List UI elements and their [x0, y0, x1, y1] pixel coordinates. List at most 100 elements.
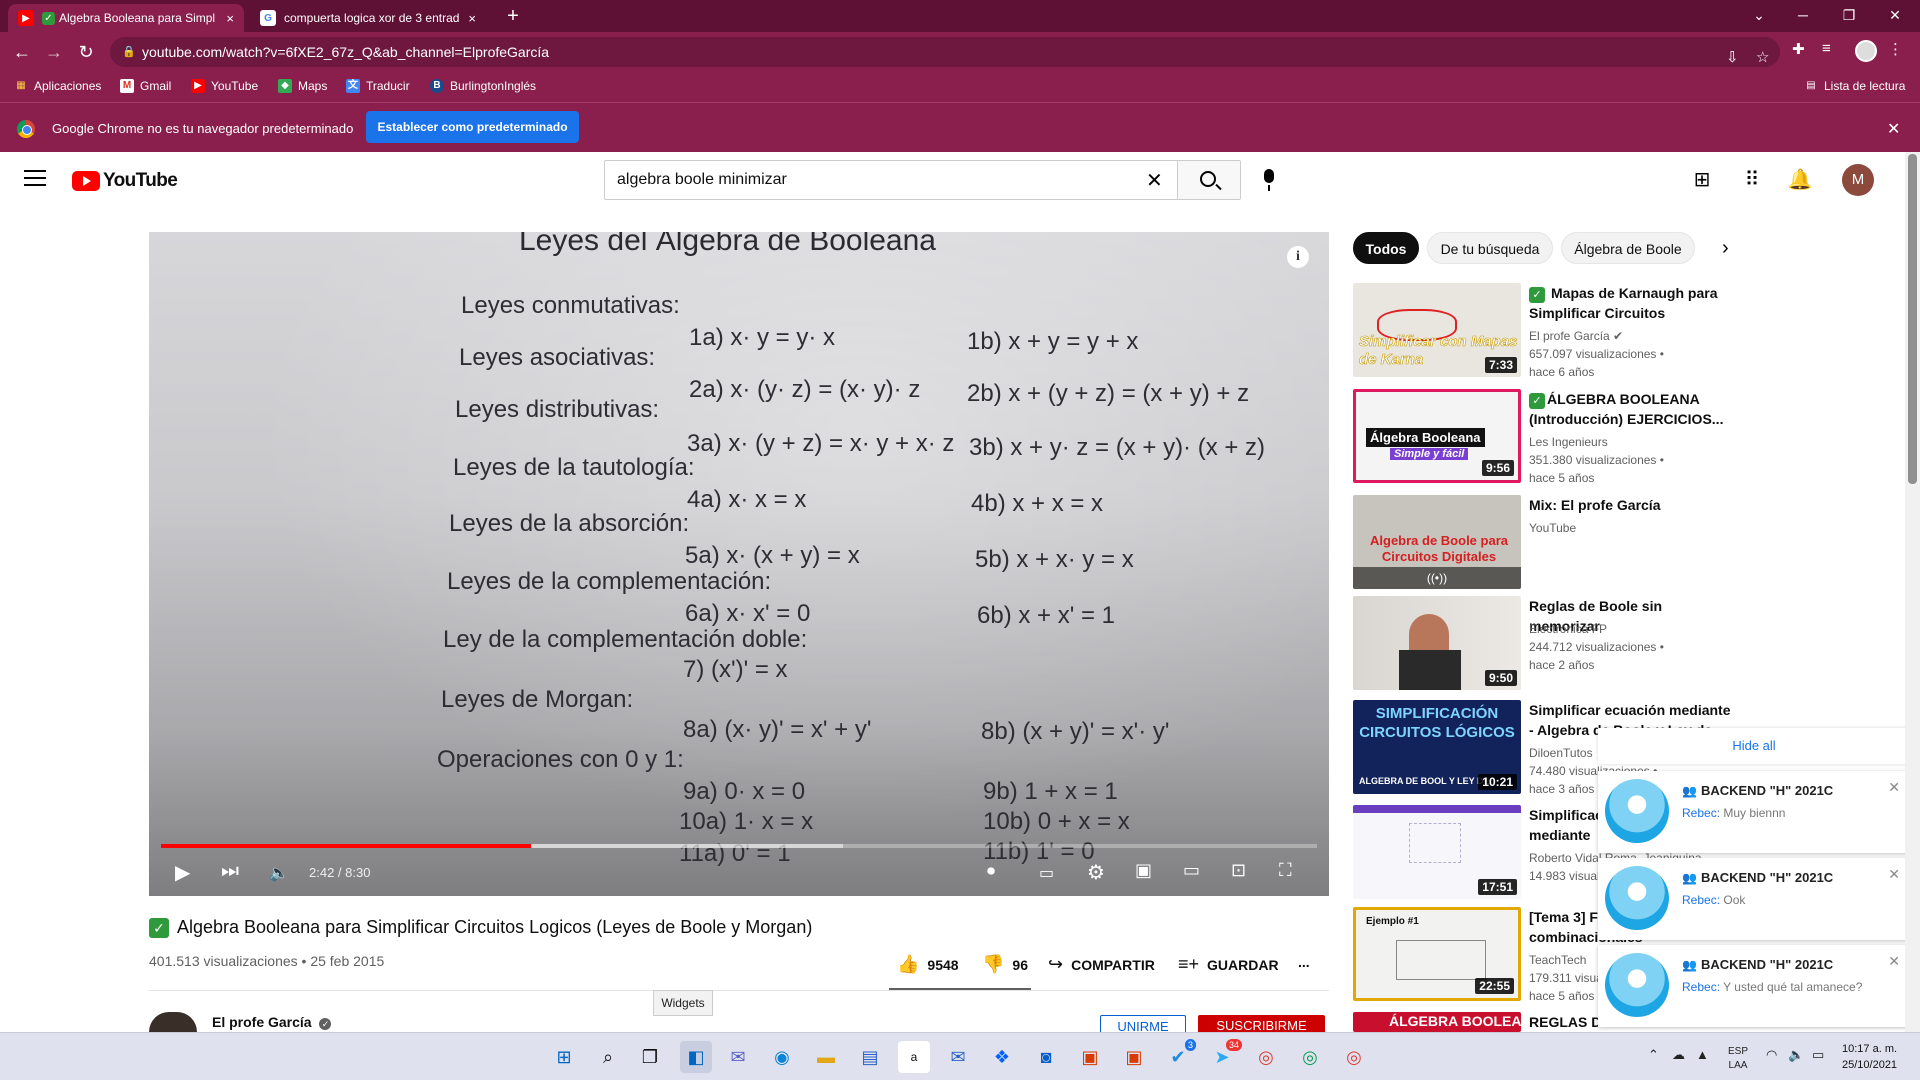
video-player[interactable]: Leyes del Álgebra de Booleana Leyes conm…: [149, 232, 1329, 896]
tab-search-icon[interactable]: ⌄: [1736, 0, 1782, 32]
install-app-icon[interactable]: ⇩: [1726, 43, 1739, 73]
start-windows-icon[interactable]: ⊞: [548, 1041, 580, 1073]
join-button[interactable]: UNIRME: [1100, 1015, 1186, 1033]
battery-icon[interactable]: ▭: [1812, 1047, 1824, 1063]
chrome-menu-icon[interactable]: ⋮: [1888, 40, 1903, 58]
drive-icon[interactable]: ▲: [1696, 1047, 1709, 1062]
account-avatar[interactable]: M: [1842, 164, 1874, 196]
mail-icon[interactable]: ✉: [942, 1041, 974, 1073]
like-button[interactable]: 👍 9548: [897, 954, 959, 975]
channel-name[interactable]: El profe García ✓: [212, 1014, 332, 1030]
telegram-icon[interactable]: ➤ 34: [1206, 1039, 1242, 1073]
menu-icon[interactable]: [24, 170, 46, 190]
notification-toast[interactable]: 👥 BACKEND "H" 2021C Rebec: Muy biennn ✕: [1598, 771, 1910, 853]
bookmark-burlington[interactable]: B BurlingtonInglés: [430, 79, 536, 93]
microsoft-store-icon[interactable]: ▤: [854, 1041, 886, 1073]
miniplayer-icon[interactable]: ▣: [1135, 860, 1152, 881]
youtube-logo[interactable]: YouTube: [72, 170, 178, 192]
clear-search-icon[interactable]: ✕: [1146, 168, 1163, 193]
page-scrollbar[interactable]: [1905, 152, 1920, 1032]
extensions-icon[interactable]: ✚: [1792, 40, 1805, 58]
chip-boolean-algebra[interactable]: Álgebra de Boole: [1561, 232, 1695, 264]
autoplay-toggle-icon[interactable]: ⏺: [987, 863, 995, 881]
media-control-icon[interactable]: ≡: [1822, 40, 1831, 57]
profile-avatar[interactable]: [1855, 40, 1877, 62]
bookmark-maps[interactable]: ◆ Maps: [278, 79, 327, 93]
onedrive-icon[interactable]: ☁: [1672, 1047, 1685, 1063]
subtitles-icon[interactable]: ▭: [1039, 863, 1054, 883]
channel-name[interactable]: TeachTech: [1529, 953, 1586, 967]
close-icon[interactable]: ✕: [1887, 119, 1900, 139]
teams-chat-icon[interactable]: ✉: [722, 1041, 754, 1073]
bookmark-apps[interactable]: ▦ Aplicaciones: [14, 79, 101, 93]
close-icon[interactable]: ✕: [1888, 866, 1900, 883]
hide-all-button[interactable]: Hide all: [1598, 728, 1910, 764]
video-thumbnail[interactable]: SIMPLIFICACIÓN CIRCUITOS LÓGICOS ALGEBRA…: [1353, 700, 1521, 794]
file-explorer-icon[interactable]: ▬: [810, 1041, 842, 1073]
settings-gear-icon[interactable]: ⚙: [1087, 860, 1105, 885]
close-tab-icon[interactable]: ×: [468, 11, 476, 26]
close-icon[interactable]: ✕: [1888, 779, 1900, 796]
channel-name[interactable]: Les Ingenieurs: [1529, 435, 1608, 449]
video-thumbnail[interactable]: Simplificar con Mapas de Karna 7:33: [1353, 283, 1521, 377]
close-window-button[interactable]: ✕: [1872, 0, 1918, 32]
wifi-icon[interactable]: ◠: [1766, 1047, 1777, 1063]
minimize-button[interactable]: ─: [1780, 0, 1826, 32]
video-thumbnail[interactable]: ÁLGEBRA BOOLEANA: [1353, 1012, 1521, 1032]
office-app-icon[interactable]: ▣: [1118, 1041, 1150, 1073]
cast-icon[interactable]: ⊡: [1231, 860, 1246, 881]
search-button[interactable]: [1177, 160, 1241, 200]
scrollbar-thumb[interactable]: [1908, 154, 1917, 484]
notification-toast[interactable]: 👥 BACKEND "H" 2021C Rebec: Y usted qué ta…: [1598, 945, 1910, 1027]
edge-icon[interactable]: ◉: [766, 1041, 798, 1073]
chip-from-search[interactable]: De tu búsqueda: [1427, 232, 1553, 264]
bookmark-gmail[interactable]: M Gmail: [120, 79, 171, 93]
reading-list[interactable]: ▤ Lista de lectura: [1804, 79, 1905, 93]
tray-overflow-icon[interactable]: ⌃: [1648, 1047, 1659, 1063]
save-button[interactable]: ≡+ GUARDAR: [1178, 954, 1279, 975]
bookmark-star-icon[interactable]: ☆: [1756, 43, 1769, 73]
create-video-icon[interactable]: ⊞: [1688, 166, 1716, 194]
video-thumbnail[interactable]: Algebra de Boole para Circuitos Digitale…: [1353, 495, 1521, 589]
chevron-right-icon[interactable]: ›: [1722, 237, 1729, 260]
close-tab-icon[interactable]: ×: [226, 11, 234, 26]
dislike-button[interactable]: 👎 96: [982, 954, 1028, 975]
video-thumbnail[interactable]: 17:51: [1353, 805, 1521, 899]
fullscreen-icon[interactable]: ⛶: [1279, 860, 1292, 881]
tab-youtube[interactable]: ▶ ✓ Algebra Booleana para Simpl ×: [8, 4, 244, 32]
share-button[interactable]: ↪ COMPARTIR: [1048, 954, 1155, 975]
info-icon[interactable]: i: [1287, 246, 1309, 268]
tab-google[interactable]: G compuerta logica xor de 3 entrad ×: [250, 4, 486, 32]
bookmark-youtube[interactable]: ▶ YouTube: [191, 79, 258, 93]
bookmark-translate[interactable]: 文 Traducir: [346, 79, 410, 93]
notification-toast[interactable]: 👥 BACKEND "H" 2021C Rebec: Ook ✕: [1598, 858, 1910, 940]
channel-avatar[interactable]: [149, 1012, 197, 1032]
next-icon[interactable]: ⏭: [221, 860, 239, 883]
theater-mode-icon[interactable]: ▭: [1183, 860, 1200, 881]
address-bar[interactable]: 🔒 youtube.com/watch?v=6fXE2_67z_Q&ab_cha…: [110, 37, 1780, 67]
set-default-button[interactable]: Establecer como predeterminado: [366, 111, 579, 143]
camera-icon[interactable]: ◙: [1030, 1041, 1062, 1073]
reload-icon[interactable]: ↻: [72, 38, 100, 66]
voice-search-button[interactable]: [1249, 160, 1289, 200]
channel-name[interactable]: YouTube: [1529, 521, 1576, 535]
subscribe-button[interactable]: SUSCRIBIRME: [1198, 1015, 1325, 1033]
restore-button[interactable]: ❐: [1826, 0, 1872, 32]
office-icon[interactable]: ▣: [1074, 1041, 1106, 1073]
apps-icon[interactable]: ⠿: [1738, 166, 1766, 194]
task-view-icon[interactable]: ❐: [634, 1041, 666, 1073]
close-icon[interactable]: ✕: [1888, 953, 1900, 970]
play-icon[interactable]: ▶: [175, 860, 190, 885]
forward-icon[interactable]: →: [40, 38, 68, 66]
speaker-icon[interactable]: 🔈: [1788, 1047, 1804, 1063]
chrome-profile-icon[interactable]: ◎: [1294, 1041, 1326, 1073]
channel-name[interactable]: El profe García ✔: [1529, 329, 1623, 343]
chrome-profile-2-icon[interactable]: ◎: [1338, 1041, 1370, 1073]
chip-all[interactable]: Todos: [1353, 232, 1419, 264]
progress-bar[interactable]: [161, 844, 1317, 848]
video-thumbnail[interactable]: Álgebra Booleana Simple y fácil 9:56: [1353, 389, 1521, 483]
video-thumbnail[interactable]: Ejemplo #1 22:55: [1353, 907, 1521, 1001]
search-icon[interactable]: ⌕: [592, 1041, 624, 1073]
chrome-icon[interactable]: ◎: [1250, 1041, 1282, 1073]
todo-check-icon[interactable]: ✔ 3: [1162, 1039, 1196, 1073]
